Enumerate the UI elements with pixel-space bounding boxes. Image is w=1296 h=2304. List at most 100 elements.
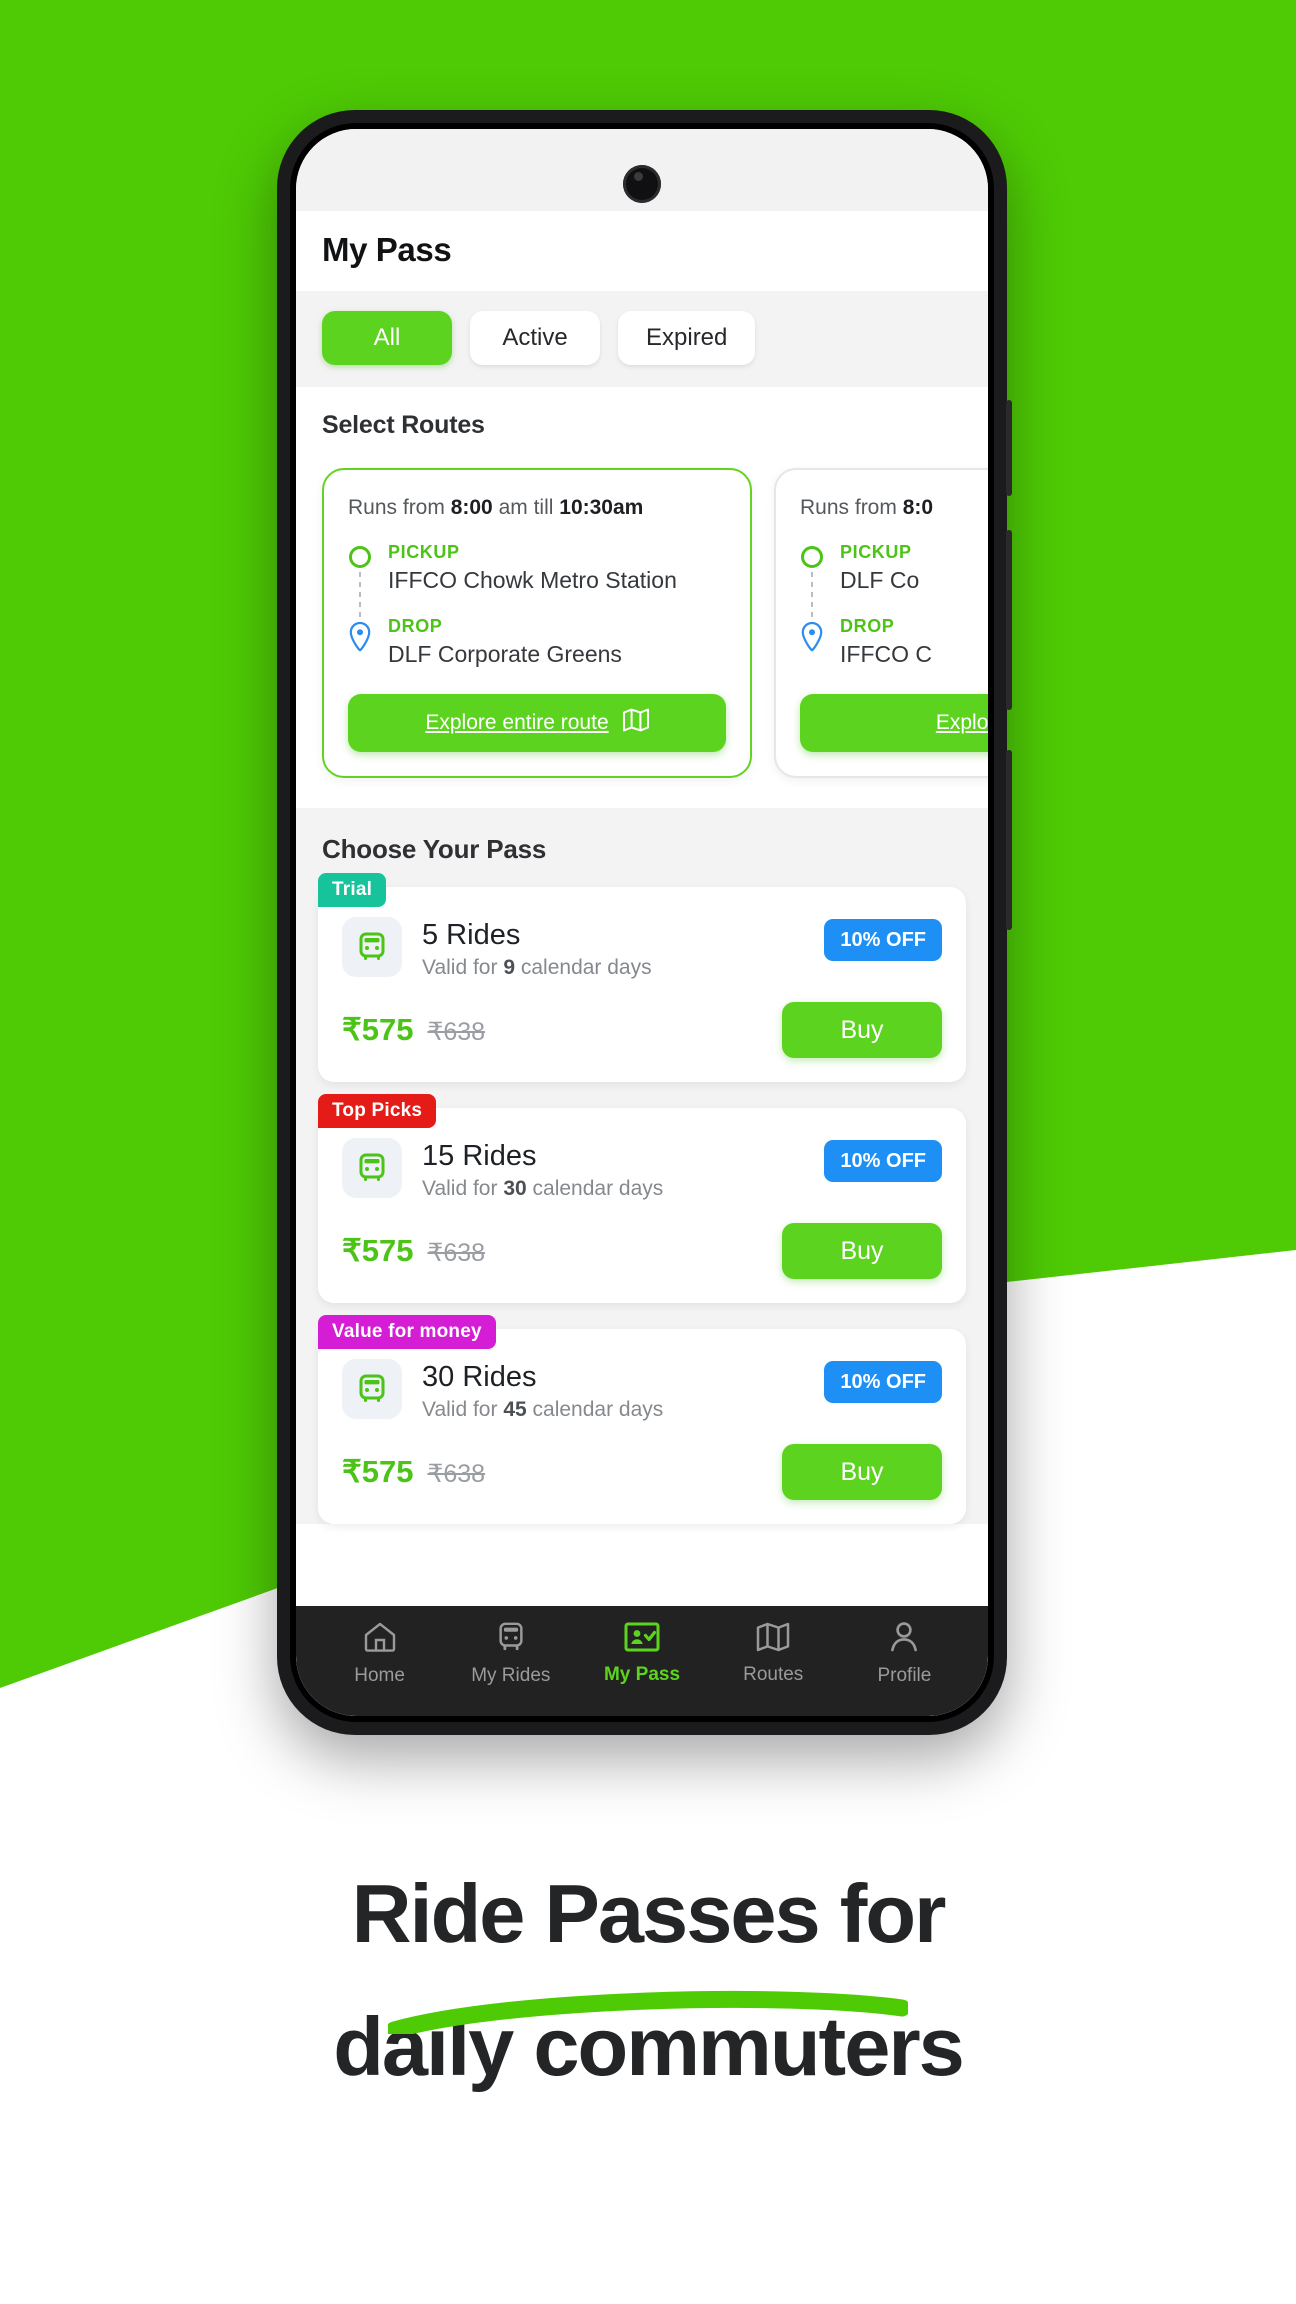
pass-card-bottom: ₹575 ₹638 Buy <box>342 1002 942 1058</box>
explore-route-label: Explore entire route <box>425 711 609 734</box>
pass-card-top: 15 Rides Valid for 30 calendar days 10% … <box>342 1138 942 1201</box>
filter-tab-bar: All Active Expired <box>296 291 988 387</box>
price-original: ₹638 <box>427 1018 486 1046</box>
validity-prefix: Valid for <box>422 1177 498 1200</box>
nav-item-profile[interactable]: Profile <box>839 1621 970 1687</box>
pass-details: 15 Rides Valid for 30 calendar days <box>422 1138 804 1201</box>
stop-spacer <box>840 594 988 616</box>
nav-item-my-rides[interactable]: My Rides <box>445 1621 576 1687</box>
pass-validity: Valid for 9 calendar days <box>422 956 804 980</box>
nav-item-home[interactable]: Home <box>314 1621 445 1687</box>
bus-icon <box>342 917 402 977</box>
route-stop-timeline <box>800 542 824 668</box>
drop-pin-icon <box>800 622 824 652</box>
nav-label-routes: Routes <box>743 1664 804 1685</box>
phone-power-button <box>1006 750 1012 930</box>
pass-pricing: ₹575 ₹638 <box>342 1454 485 1490</box>
route-card[interactable]: Runs from 8:0 PICKUP DLF Co DROP IFFCO C… <box>774 468 988 778</box>
validity-days: 9 <box>503 956 516 979</box>
timeline-dotted-line <box>359 572 361 618</box>
filter-tab-all[interactable]: All <box>322 311 452 365</box>
choose-pass-section: Choose Your Pass Trial 5 Rides Valid for… <box>296 808 988 1524</box>
pickup-label: PICKUP <box>840 542 912 562</box>
promo-screenshot: My Pass All Active Expired Select Routes… <box>0 0 1296 2304</box>
drop-label: DROP <box>840 616 895 636</box>
phone-side-button <box>1006 400 1012 496</box>
pass-card-icon <box>624 1622 660 1657</box>
nav-label-home: Home <box>354 1665 405 1686</box>
validity-prefix: Valid for <box>422 956 498 979</box>
route-timing: Runs from 8:00 am till 10:30am <box>348 496 726 520</box>
pickup-label: PICKUP <box>388 542 460 562</box>
phone-screen: My Pass All Active Expired Select Routes… <box>296 129 988 1716</box>
bus-icon <box>495 1621 527 1658</box>
nav-label-my-rides: My Rides <box>471 1665 551 1686</box>
explore-route-button[interactable]: Explore ent <box>800 694 988 752</box>
route-timing: Runs from 8:0 <box>800 496 988 520</box>
timeline-dotted-line <box>811 572 813 618</box>
pickup-location: DLF Co <box>840 567 920 593</box>
pass-pricing: ₹575 ₹638 <box>342 1012 485 1048</box>
drop-location: DLF Corporate Greens <box>388 641 622 667</box>
caption-line-1: Ride Passes for <box>351 1867 947 1960</box>
route-start-time: 8:00 <box>450 496 493 519</box>
pass-validity: Valid for 45 calendar days <box>422 1398 804 1422</box>
pass-card-bottom: ₹575 ₹638 Buy <box>342 1223 942 1279</box>
route-card[interactable]: Runs from 8:00 am till 10:30am PICKUP IF… <box>322 468 752 778</box>
filter-tab-active[interactable]: Active <box>470 311 600 365</box>
buy-button[interactable]: Buy <box>782 1444 942 1500</box>
pass-card-bottom: ₹575 ₹638 Buy <box>342 1444 942 1500</box>
price-discounted: ₹575 <box>342 1454 414 1489</box>
pass-badge: Trial <box>318 873 387 907</box>
route-stops: PICKUP IFFCO Chowk Metro Station DROP DL… <box>348 542 726 668</box>
pass-card[interactable]: Value for money 30 Rides Valid for 45 ca… <box>318 1315 966 1524</box>
front-camera-icon <box>623 165 661 203</box>
route-start-time: 8:0 <box>902 496 934 519</box>
pass-badge: Value for money <box>318 1315 496 1349</box>
price-discounted: ₹575 <box>342 1012 414 1047</box>
drop-location: IFFCO C <box>840 641 932 667</box>
filter-tab-expired[interactable]: Expired <box>618 311 756 365</box>
route-timing-prefix: Runs from <box>800 496 897 519</box>
discount-badge: 10% OFF <box>824 1140 942 1182</box>
phone-bezel: My Pass All Active Expired Select Routes… <box>290 123 994 1722</box>
pass-rides-count: 15 Rides <box>422 1140 537 1172</box>
pass-rides-count: 30 Rides <box>422 1361 537 1393</box>
validity-prefix: Valid for <box>422 1398 498 1421</box>
pass-card[interactable]: Top Picks 15 Rides Valid for 30 calendar… <box>318 1094 966 1303</box>
explore-route-label: Explore ent <box>935 711 988 734</box>
drop-pin-icon <box>348 622 372 652</box>
route-stop-labels: PICKUP IFFCO Chowk Metro Station DROP DL… <box>388 542 726 668</box>
pass-pricing: ₹575 ₹638 <box>342 1233 485 1269</box>
pass-card-top: 30 Rides Valid for 45 calendar days 10% … <box>342 1359 942 1422</box>
routes-carousel[interactable]: Runs from 8:00 am till 10:30am PICKUP IF… <box>296 462 988 788</box>
explore-route-button[interactable]: Explore entire route <box>348 694 726 752</box>
route-end-time: 10:30am <box>559 496 644 519</box>
pickup-location: IFFCO Chowk Metro Station <box>388 567 677 593</box>
pass-card[interactable]: Trial 5 Rides Valid for 9 calendar days … <box>318 873 966 1082</box>
nav-label-my-pass: My Pass <box>603 1664 681 1685</box>
route-stop-labels: PICKUP DLF Co DROP IFFCO C <box>840 542 988 668</box>
phone-mockup: My Pass All Active Expired Select Routes… <box>277 110 1012 1735</box>
validity-days: 45 <box>503 1398 527 1421</box>
price-original: ₹638 <box>427 1239 486 1267</box>
validity-days: 30 <box>503 1177 527 1200</box>
price-original: ₹638 <box>427 1460 486 1488</box>
route-stops: PICKUP DLF Co DROP IFFCO C <box>800 542 988 668</box>
map-icon <box>622 708 649 738</box>
pickup-circle-icon <box>349 546 371 568</box>
discount-badge: 10% OFF <box>824 1361 942 1403</box>
nav-item-my-pass[interactable]: My Pass <box>576 1622 707 1686</box>
pickup-circle-icon <box>801 546 823 568</box>
pass-rides-count: 5 Rides <box>422 919 521 951</box>
route-timing-mid: am till <box>498 496 554 519</box>
buy-button[interactable]: Buy <box>782 1002 942 1058</box>
person-icon <box>889 1621 919 1658</box>
pass-badge: Top Picks <box>318 1094 437 1128</box>
select-routes-section: Select Routes Runs from 8:00 am till 10:… <box>296 387 988 808</box>
bus-icon <box>342 1359 402 1419</box>
route-stop-timeline <box>348 542 372 668</box>
nav-item-routes[interactable]: Routes <box>708 1622 839 1686</box>
pass-validity: Valid for 30 calendar days <box>422 1177 804 1201</box>
buy-button[interactable]: Buy <box>782 1223 942 1279</box>
